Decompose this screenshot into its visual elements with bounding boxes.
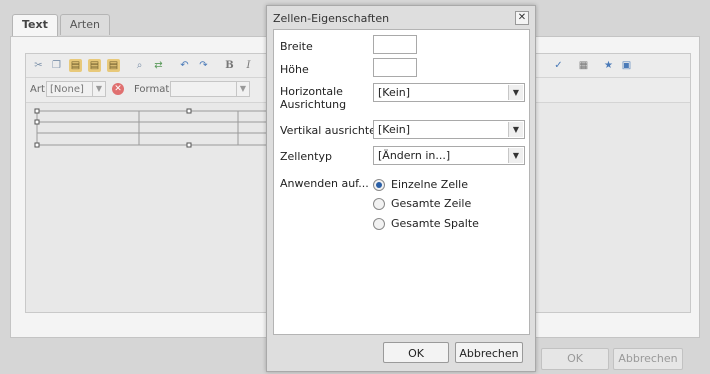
vertical-align-value: [Kein] [378,123,411,136]
paste-text-icon[interactable]: ▤ [88,59,101,72]
image-icon[interactable]: ▣ [620,59,633,72]
dialog-title: Zellen-Eigenschaften [273,12,390,25]
radio-label: Gesamte Zeile [391,197,472,210]
bold-icon[interactable]: B [223,59,236,72]
format-label: Format [134,84,170,95]
cell-properties-dialog: Zellen-Eigenschaften ✕ Breite Höhe Horiz… [266,5,536,372]
chevron-down-icon: ▼ [508,122,523,137]
cell-type-value: [Ändern in...] [378,149,451,162]
editor-table[interactable] [34,108,284,148]
cancel-button[interactable]: Abbrechen [455,342,523,363]
paste-word-icon[interactable]: ▤ [107,59,120,72]
radio-entire-column[interactable]: Gesamte Spalte [373,216,479,231]
redo-icon[interactable]: ↷ [197,59,210,72]
cell-type-label: Zellentyp [280,150,332,163]
paste-icon[interactable]: ▤ [69,59,82,72]
cut-icon[interactable]: ✂ [32,59,45,72]
vertical-align-label: Vertikal ausrichten [280,124,383,137]
radio-entire-row[interactable]: Gesamte Zeile [373,196,471,211]
replace-icon[interactable]: ⇄ [152,59,165,72]
chevron-down-icon: ▼ [508,148,523,163]
spellcheck-icon[interactable]: ✓ [552,59,565,72]
radio-label: Einzelne Zelle [391,178,468,191]
copy-icon[interactable]: ❐ [50,59,63,72]
clear-style-icon[interactable]: ✕ [112,83,124,95]
radio-single-cell[interactable]: Einzelne Zelle [373,177,468,192]
table-grid-lines [34,108,282,148]
dialog-body: Breite Höhe Horizontale Ausrichtung [Kei… [273,29,530,335]
height-label: Höhe [280,63,309,76]
format-select[interactable]: ▼ [170,81,250,97]
radio-label: Gesamte Spalte [391,217,479,230]
horizontal-align-value: [Kein] [378,86,411,99]
vertical-align-select[interactable]: [Kein] ▼ [373,120,525,139]
tab-text[interactable]: Text [12,14,58,36]
radio-button[interactable] [373,178,385,191]
style-select[interactable]: [None] ▼ [46,81,106,97]
bg-cancel-button[interactable]: Abbrechen [613,348,683,370]
radio-button[interactable] [373,197,385,210]
chevron-down-icon: ▼ [236,82,249,96]
close-icon[interactable]: ✕ [515,11,529,25]
horizontal-align-label: Horizontale Ausrichtung [280,85,347,111]
width-label: Breite [280,40,313,53]
radio-button[interactable] [373,217,385,230]
style-select-value: [None] [50,84,84,95]
chevron-down-icon: ▼ [508,85,523,100]
apply-to-label: Anwenden auf... [280,177,369,190]
style-label: Art [30,84,45,95]
chevron-down-icon: ▼ [92,82,105,96]
bg-ok-button[interactable]: OK [541,348,609,370]
height-input[interactable] [373,58,417,77]
table-icon[interactable]: ▦ [577,59,590,72]
cell-type-select[interactable]: [Ändern in...] ▼ [373,146,525,165]
horizontal-align-select[interactable]: [Kein] ▼ [373,83,525,102]
width-input[interactable] [373,35,417,54]
italic-icon[interactable]: I [242,59,255,72]
special-char-icon[interactable]: ★ [602,59,615,72]
find-icon[interactable]: ⌕ [133,59,146,72]
editor-tabs: Text Arten [12,14,112,36]
tab-arten[interactable]: Arten [59,14,110,35]
ok-button[interactable]: OK [383,342,449,363]
undo-icon[interactable]: ↶ [178,59,191,72]
